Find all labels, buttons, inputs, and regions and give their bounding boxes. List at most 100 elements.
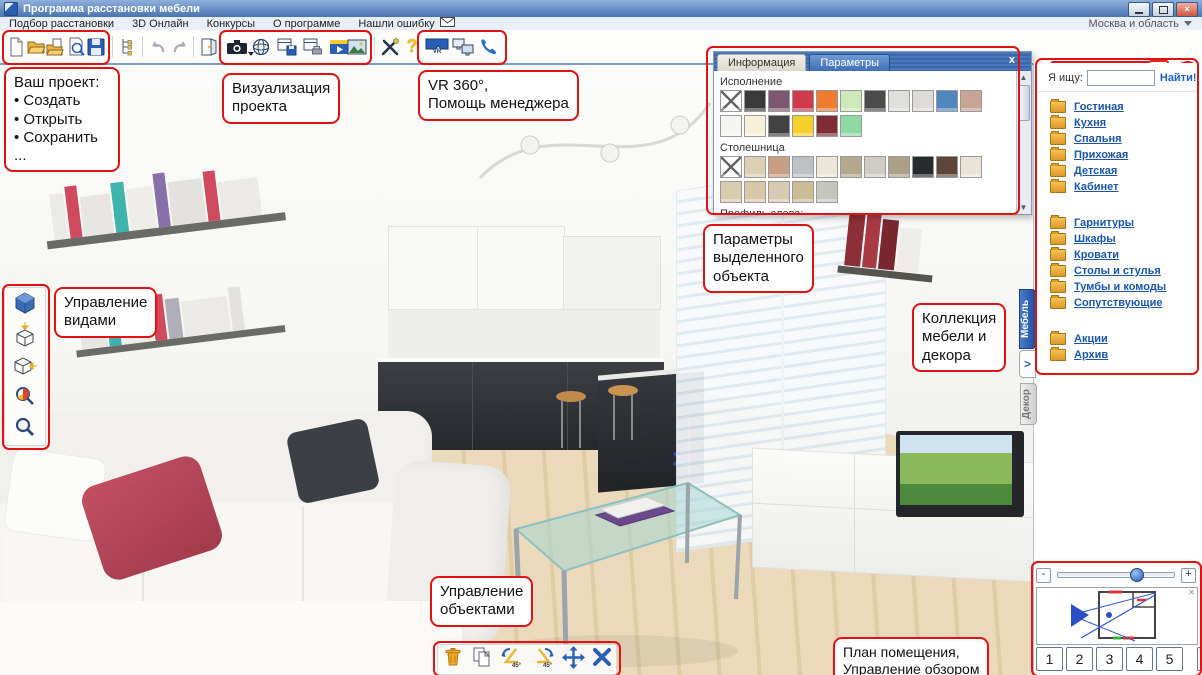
material-swatch[interactable] bbox=[744, 156, 766, 178]
scene-glass-table[interactable] bbox=[478, 471, 748, 671]
zoom-in-button[interactable]: + bbox=[1181, 568, 1196, 583]
material-swatch[interactable] bbox=[888, 156, 910, 178]
material-swatch[interactable] bbox=[960, 90, 982, 112]
new-project-button[interactable] bbox=[5, 34, 27, 59]
delete-object-button[interactable] bbox=[442, 646, 464, 673]
scroll-thumb[interactable] bbox=[1018, 85, 1030, 121]
view-side-button[interactable] bbox=[8, 350, 42, 381]
tab-information[interactable]: Информация bbox=[717, 54, 806, 71]
category-item[interactable]: Гостиная bbox=[1050, 99, 1200, 115]
copy-object-button[interactable] bbox=[471, 646, 493, 673]
vr-360-button[interactable]: VR bbox=[424, 34, 450, 59]
material-swatch[interactable] bbox=[888, 90, 910, 112]
zoom-out-button[interactable]: - bbox=[1036, 568, 1051, 583]
redo-button[interactable] bbox=[169, 34, 191, 59]
material-swatch[interactable] bbox=[720, 90, 742, 112]
restore-icon[interactable] bbox=[1152, 2, 1174, 17]
render-image-button[interactable] bbox=[346, 34, 368, 59]
import-project-button[interactable] bbox=[45, 34, 67, 59]
exit-button[interactable] bbox=[198, 34, 220, 59]
category-item[interactable]: Кровати bbox=[1050, 247, 1200, 263]
rotate-right-button[interactable]: 45° bbox=[531, 646, 555, 673]
material-swatch[interactable] bbox=[744, 115, 766, 137]
panel-print-button[interactable] bbox=[302, 34, 324, 59]
screenshot-camera-button[interactable] bbox=[224, 34, 250, 59]
menu-item[interactable]: 3D Онлайн bbox=[123, 18, 198, 30]
material-swatch[interactable] bbox=[840, 115, 862, 137]
render-3d-button[interactable] bbox=[250, 34, 272, 59]
category-item[interactable]: Спальня bbox=[1050, 131, 1200, 147]
material-swatch[interactable] bbox=[816, 156, 838, 178]
material-swatch[interactable] bbox=[744, 90, 766, 112]
menu-item[interactable]: О программе bbox=[264, 18, 349, 30]
material-swatch[interactable] bbox=[792, 156, 814, 178]
scene-sofa[interactable] bbox=[0, 411, 512, 675]
minimize-icon[interactable] bbox=[1128, 2, 1150, 17]
category-item[interactable]: Сопутствующие bbox=[1050, 295, 1200, 311]
view-slot-button[interactable]: 1 bbox=[1036, 647, 1063, 671]
undo-button[interactable] bbox=[147, 34, 169, 59]
category-item[interactable]: Тумбы и комоды bbox=[1050, 279, 1200, 295]
scene-bar-stool[interactable] bbox=[608, 385, 638, 443]
category-item[interactable]: Кабинет bbox=[1050, 179, 1200, 195]
category-item[interactable]: Столы и стулья bbox=[1050, 263, 1200, 279]
delete-view-button[interactable] bbox=[1197, 647, 1202, 671]
region-selector[interactable]: Москва и область bbox=[1088, 17, 1192, 30]
move-object-button[interactable] bbox=[562, 646, 585, 674]
material-swatch[interactable] bbox=[768, 115, 790, 137]
menu-item[interactable]: Подбор расстановки bbox=[0, 18, 123, 30]
scene-bar-stool[interactable] bbox=[556, 391, 586, 451]
material-swatch[interactable] bbox=[840, 156, 862, 178]
remove-object-button[interactable] bbox=[592, 647, 612, 672]
material-swatch[interactable] bbox=[768, 90, 790, 112]
view-slot-button[interactable]: 4 bbox=[1126, 647, 1153, 671]
material-swatch[interactable] bbox=[720, 181, 742, 203]
material-swatch[interactable] bbox=[720, 115, 742, 137]
room-plan-minimap[interactable]: ✕ bbox=[1036, 587, 1198, 645]
scroll-up-icon[interactable]: ▲ bbox=[1019, 73, 1028, 82]
search-input[interactable] bbox=[1087, 70, 1155, 86]
menu-item[interactable]: Нашли ошибку bbox=[349, 18, 443, 30]
zoom-slider-knob[interactable] bbox=[1130, 568, 1144, 582]
view-top-button[interactable] bbox=[8, 319, 42, 350]
material-swatch[interactable] bbox=[792, 90, 814, 112]
project-tree-button[interactable] bbox=[118, 34, 140, 59]
zoom-slider-track[interactable] bbox=[1057, 572, 1175, 578]
material-swatch[interactable] bbox=[816, 115, 838, 137]
view-slot-button[interactable]: 3 bbox=[1096, 647, 1123, 671]
material-swatch[interactable] bbox=[720, 156, 742, 178]
tab-furniture[interactable]: Мебель bbox=[1019, 289, 1036, 349]
close-icon[interactable]: x bbox=[1009, 55, 1015, 66]
category-item[interactable]: Кухня bbox=[1050, 115, 1200, 131]
save-project-button[interactable] bbox=[85, 34, 107, 59]
panel-scrollbar[interactable]: ▲ ▼ bbox=[1016, 71, 1031, 214]
search-button[interactable]: Найти! bbox=[1160, 72, 1197, 84]
manager-call-button[interactable] bbox=[478, 34, 500, 59]
material-swatch[interactable] bbox=[792, 181, 814, 203]
panel-titlebar[interactable]: Информация Параметры x bbox=[714, 52, 1031, 71]
scene-kitchen-upper-side[interactable] bbox=[563, 236, 661, 310]
tab-decor[interactable]: Декор bbox=[1020, 383, 1037, 425]
scene-kitchen-upper-cabinets[interactable] bbox=[388, 226, 565, 310]
panel-save-button[interactable] bbox=[276, 34, 298, 59]
collapse-panel-button[interactable]: > bbox=[1019, 350, 1036, 378]
open-project-button[interactable] bbox=[25, 34, 47, 59]
view-3d-button[interactable] bbox=[8, 288, 42, 319]
category-item[interactable]: Прихожая bbox=[1050, 147, 1200, 163]
category-item[interactable]: Шкафы bbox=[1050, 231, 1200, 247]
material-swatch[interactable] bbox=[936, 90, 958, 112]
close-icon[interactable]: ✕ bbox=[1188, 589, 1195, 597]
tab-parameters[interactable]: Параметры bbox=[809, 54, 890, 71]
material-swatch[interactable] bbox=[960, 156, 982, 178]
material-swatch[interactable] bbox=[912, 90, 934, 112]
material-swatch[interactable] bbox=[816, 90, 838, 112]
view-slot-button[interactable]: 2 bbox=[1066, 647, 1093, 671]
envelope-icon[interactable] bbox=[440, 17, 455, 30]
material-swatch[interactable] bbox=[840, 90, 862, 112]
material-swatch[interactable] bbox=[816, 181, 838, 203]
category-item[interactable]: Акции bbox=[1050, 331, 1200, 347]
material-swatch[interactable] bbox=[768, 181, 790, 203]
zoom-button[interactable] bbox=[8, 412, 42, 443]
scroll-down-icon[interactable]: ▼ bbox=[1019, 203, 1028, 212]
category-item[interactable]: Архив bbox=[1050, 347, 1200, 363]
